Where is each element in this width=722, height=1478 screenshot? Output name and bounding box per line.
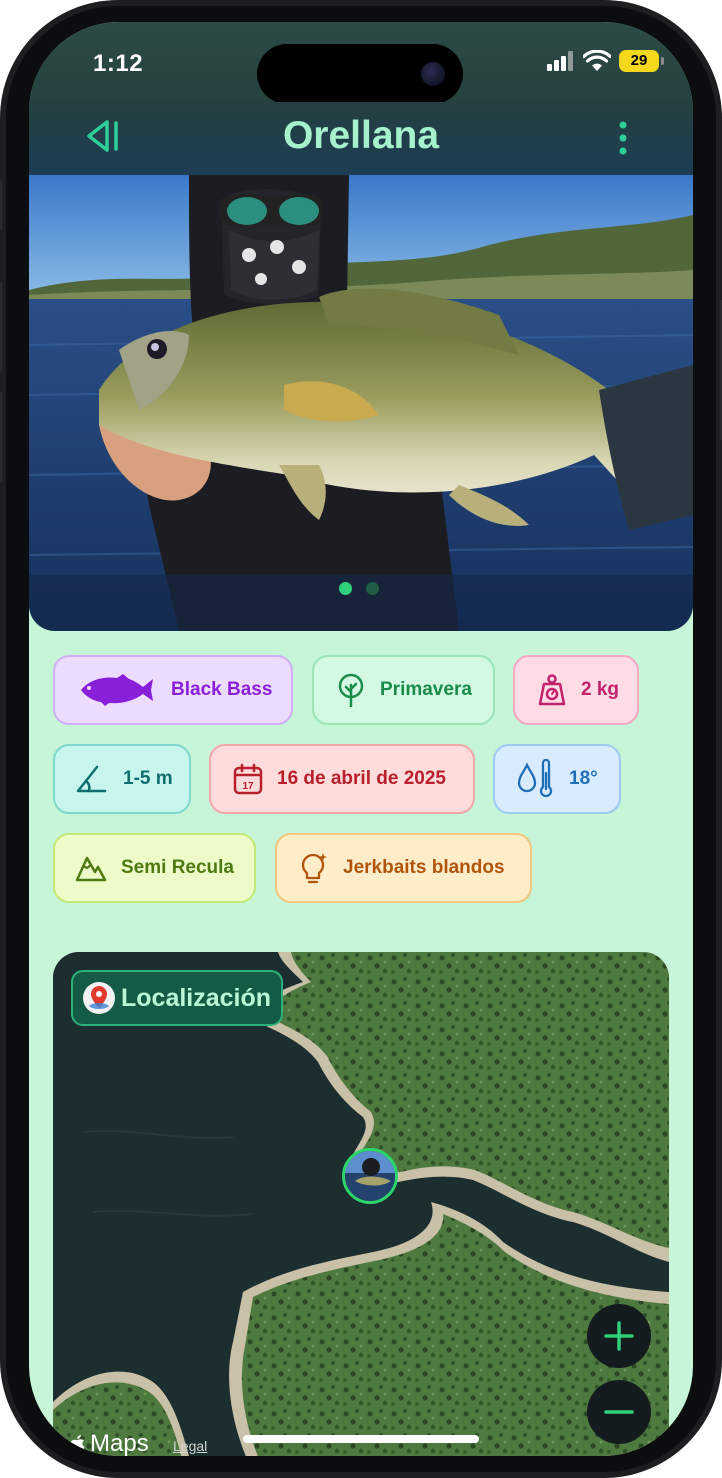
lure-label: Jerkbaits blandos [343, 857, 505, 878]
legal-link[interactable]: Legal [173, 1438, 207, 1454]
carousel-indicator [339, 582, 379, 595]
volume-up-button [0, 282, 2, 372]
location-title: Localización [121, 983, 272, 1012]
tree-icon [338, 673, 364, 707]
plus-icon [604, 1321, 634, 1351]
volume-down-button [0, 392, 2, 482]
carousel-dot-active[interactable] [339, 582, 352, 595]
apple-icon [70, 1435, 85, 1453]
lure-chip[interactable]: Jerkbaits blandos [275, 833, 532, 903]
lightbulb-icon [301, 853, 327, 884]
app-screen: 1:12 29 Orellana Black Bass Primavera 2 … [29, 22, 693, 1456]
wifi-icon [583, 50, 611, 71]
carousel-dot[interactable] [366, 582, 379, 595]
weight-label: 2 kg [581, 679, 620, 700]
weight-chip[interactable]: 2 kg [513, 655, 639, 725]
fish-icon [81, 674, 153, 706]
map-pin-icon [83, 982, 115, 1014]
status-icons: 29 [547, 50, 664, 72]
cellular-signal-icon [547, 51, 573, 71]
front-camera [421, 62, 445, 86]
calendar-icon: 17 [233, 763, 263, 795]
dynamic-island [257, 44, 463, 104]
maps-attribution-text: Maps [90, 1430, 149, 1456]
water-temperature-icon [517, 759, 553, 798]
depth-label: 1-5 m [123, 768, 173, 789]
species-chip[interactable]: Black Bass [53, 655, 293, 725]
calendar-icon-day: 17 [242, 781, 254, 792]
catch-photo [29, 175, 693, 631]
more-vertical-icon[interactable] [613, 120, 633, 156]
season-label: Primavera [380, 679, 472, 700]
page-title: Orellana [282, 114, 440, 157]
catch-photo-carousel[interactable] [29, 175, 693, 631]
location-label: Localización [71, 970, 283, 1026]
structure-chip[interactable]: Semi Recula [53, 833, 256, 903]
status-time: 1:12 [93, 50, 144, 77]
angle-icon [76, 765, 107, 793]
catch-location-marker[interactable] [342, 1148, 398, 1204]
action-button [0, 180, 2, 230]
apple-maps-logo: Maps [69, 1430, 149, 1456]
date-label: 16 de abril de 2025 [277, 768, 446, 789]
species-label: Black Bass [171, 679, 273, 700]
location-map[interactable]: Localización Maps Legal [53, 952, 669, 1456]
mountain-icon [75, 856, 107, 882]
satellite-map [53, 952, 669, 1456]
water-temperature-label: 18° [569, 768, 598, 789]
structure-label: Semi Recula [121, 857, 234, 878]
scale-icon [538, 674, 566, 706]
battery-icon: 29 [619, 50, 664, 72]
date-chip[interactable]: 17 16 de abril de 2025 [209, 744, 475, 814]
depth-chip[interactable]: 1-5 m [53, 744, 191, 814]
season-chip[interactable]: Primavera [312, 655, 495, 725]
water-temperature-chip[interactable]: 18° [493, 744, 621, 814]
zoom-in-button[interactable] [587, 1304, 651, 1368]
home-indicator[interactable] [243, 1435, 479, 1443]
navigation-bar: Orellana [29, 102, 693, 175]
